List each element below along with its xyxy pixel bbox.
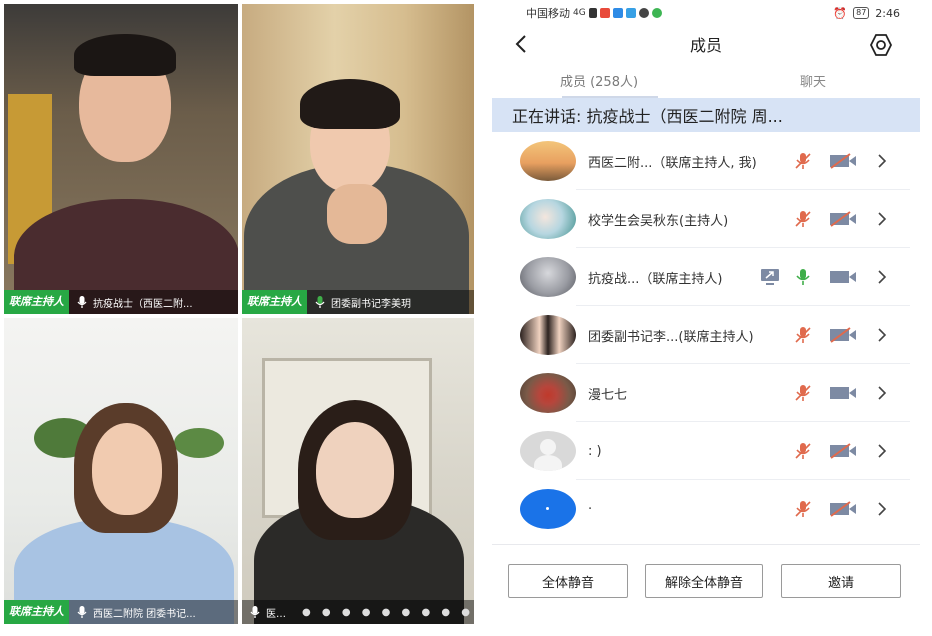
participant-name: 医护 王心: [266, 608, 294, 620]
mic-muted-icon[interactable]: [794, 151, 812, 171]
mic-active-icon[interactable]: [794, 267, 812, 287]
member-row[interactable]: : ): [492, 422, 920, 480]
network-label: 4G: [573, 8, 586, 18]
app-icon: [599, 8, 610, 18]
video-caption: 医护 王心 ● ● ● ● ● ● ● ● ●: [242, 600, 474, 624]
app-icon: [625, 8, 636, 18]
member-name: 西医二附...（联席主持人, 我): [588, 155, 757, 171]
member-name: 校学生会吴秋东(主持人): [588, 213, 729, 229]
participant-name: 团委副书记李美玥: [331, 298, 411, 310]
speaking-banner: 正在讲话: 抗疫战士（西医二附院 周...: [492, 98, 920, 132]
avatar: [520, 141, 576, 181]
member-row[interactable]: 团委副书记李...(联席主持人): [492, 306, 920, 364]
alarm-icon: ⏰: [833, 6, 848, 20]
co-host-tag: 联席主持人: [4, 600, 69, 624]
plant: [174, 428, 224, 458]
video-caption: 联席主持人 西医二附院 团委书记...: [4, 600, 238, 624]
mic-muted-icon[interactable]: [794, 209, 812, 229]
chevron-left-icon[interactable]: [510, 32, 534, 56]
video-tile-1[interactable]: 联席主持人 抗疫战士（西医二附...: [4, 4, 238, 314]
chevron-right-icon[interactable]: [876, 443, 888, 459]
mic-muted-icon[interactable]: [794, 325, 812, 345]
mic-active-icon: [315, 296, 325, 308]
participant-name: 抗疫战士（西医二附...: [93, 298, 193, 310]
avatar: [520, 373, 576, 413]
member-name: 漫七七: [588, 387, 628, 403]
co-host-tag: 联席主持人: [4, 290, 69, 314]
tab-bar: 成员 (258人) 聊天: [492, 62, 920, 98]
chevron-right-icon[interactable]: [876, 153, 888, 169]
member-row[interactable]: 西医二附...（联席主持人, 我): [492, 132, 920, 190]
mic-icon: [77, 296, 87, 308]
app-icon: [612, 8, 623, 18]
status-bar: 中国移动 4G ⏰ 87 2:46: [492, 0, 920, 26]
chevron-right-icon[interactable]: [876, 269, 888, 285]
avatar: [520, 257, 576, 297]
app-icon: [651, 8, 662, 18]
camera-off-icon[interactable]: [828, 442, 858, 460]
video-tile-3[interactable]: 联席主持人 西医二附院 团委书记...: [4, 318, 238, 624]
member-row[interactable]: 抗疫战...（联席主持人): [492, 248, 920, 306]
video-caption: 联席主持人 抗疫战士（西医二附...: [4, 290, 238, 314]
video-tile-2[interactable]: 联席主持人 团委副书记李美玥: [242, 4, 474, 314]
mic-icon: [77, 606, 87, 618]
status-right: ⏰ 87 2:46: [833, 7, 900, 20]
camera-on-icon[interactable]: [828, 268, 858, 286]
tab-chat[interactable]: 聊天: [706, 71, 920, 90]
member-name: : ): [588, 443, 602, 459]
avatar: [520, 199, 576, 239]
member-name: 团委副书记李...(联席主持人): [588, 329, 754, 345]
nav-bar: 成员: [492, 26, 920, 62]
mic-muted-icon[interactable]: [794, 499, 812, 519]
screen: 联席主持人 抗疫战士（西医二附... 联席主持人 团委副书记李美玥 联席主持人 …: [0, 0, 932, 636]
page-dots: ● ● ● ● ● ● ● ● ●: [302, 606, 474, 618]
video-tile-4[interactable]: 医护 王心 ● ● ● ● ● ● ● ● ●: [242, 318, 474, 624]
camera-off-icon[interactable]: [828, 152, 858, 170]
member-name: ·: [588, 501, 593, 517]
signal-icon: [588, 8, 597, 18]
avatar: [520, 315, 576, 355]
page-title: 成员: [689, 36, 722, 55]
member-row[interactable]: 漫七七: [492, 364, 920, 422]
member-name: 抗疫战...（联席主持人): [588, 271, 723, 287]
members-panel: 中国移动 4G ⏰ 87 2:46 成员 成员 (258人) 聊天 正在讲话: …: [492, 0, 920, 636]
member-list[interactable]: 西医二附...（联席主持人, 我) 校学生会吴秋东(主持人) 抗疫战...（联席…: [492, 132, 920, 544]
status-left: 中国移动 4G: [526, 5, 662, 21]
active-tab-indicator: [562, 96, 658, 98]
participant-name: 西医二附院 团委书记...: [93, 608, 196, 620]
chevron-right-icon[interactable]: [876, 327, 888, 343]
mic-muted-icon[interactable]: [794, 383, 812, 403]
video-caption: 联席主持人 团委副书记李美玥: [242, 290, 474, 314]
unmute-all-button[interactable]: 解除全体静音: [645, 564, 763, 598]
camera-off-icon[interactable]: [828, 210, 858, 228]
mic-muted-icon[interactable]: [794, 441, 812, 461]
member-row[interactable]: 校学生会吴秋东(主持人): [492, 190, 920, 248]
camera-on-icon[interactable]: [828, 384, 858, 402]
mute-all-button[interactable]: 全体静音: [508, 564, 628, 598]
gear-icon[interactable]: [868, 32, 894, 58]
default-avatar-icon: [520, 431, 576, 471]
carrier-label: 中国移动: [526, 7, 570, 20]
member-actions-bar: 全体静音 解除全体静音 邀请: [492, 544, 920, 636]
tab-members[interactable]: 成员 (258人): [492, 71, 706, 90]
chevron-right-icon[interactable]: [876, 501, 888, 517]
app-icon: [638, 8, 649, 18]
member-row[interactable]: ·: [492, 480, 920, 538]
mic-icon: [250, 606, 260, 618]
invite-button[interactable]: 邀请: [781, 564, 901, 598]
video-grid: 联席主持人 抗疫战士（西医二附... 联席主持人 团委副书记李美玥 联席主持人 …: [0, 0, 478, 636]
camera-off-icon[interactable]: [828, 500, 858, 518]
clock: 2:46: [875, 6, 900, 20]
screen-share-icon[interactable]: [760, 268, 780, 286]
camera-off-icon[interactable]: [828, 326, 858, 344]
avatar: [520, 489, 576, 529]
chevron-right-icon[interactable]: [876, 385, 888, 401]
chevron-right-icon[interactable]: [876, 211, 888, 227]
battery-indicator: 87: [853, 7, 870, 19]
co-host-tag: 联席主持人: [242, 290, 307, 314]
